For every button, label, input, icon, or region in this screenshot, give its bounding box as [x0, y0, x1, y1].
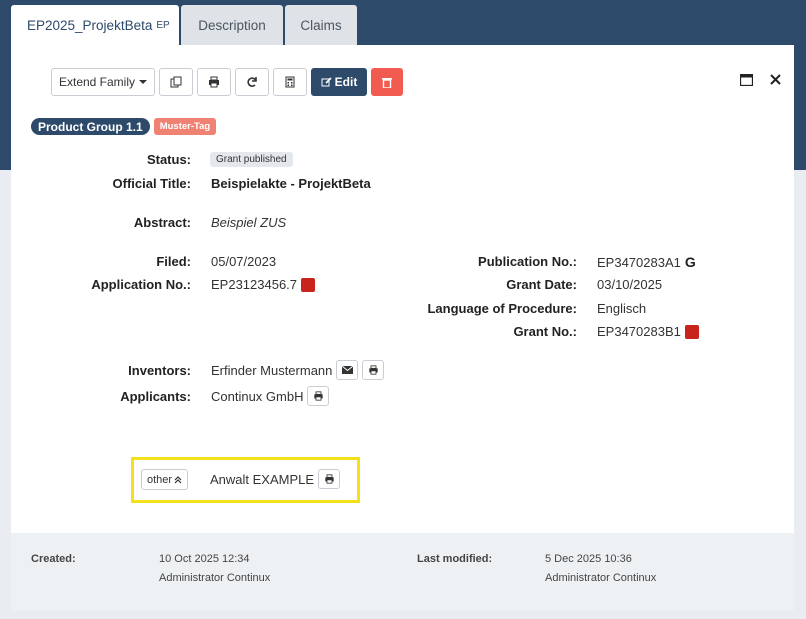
- caret-down-icon: [139, 80, 148, 84]
- filed-value: 05/07/2023: [211, 254, 277, 269]
- pdf-icon[interactable]: [684, 324, 699, 339]
- tab-claims-label: Claims: [300, 17, 342, 33]
- other-toggle-label: other: [147, 473, 173, 486]
- language-label: Language of Procedure:: [427, 301, 577, 316]
- tab-description-label: Description: [198, 17, 266, 33]
- delete-button[interactable]: [371, 68, 403, 96]
- calculator-button[interactable]: [273, 68, 307, 96]
- extend-family-button[interactable]: Extend Family: [51, 68, 155, 96]
- pdf-icon[interactable]: [301, 277, 316, 292]
- calculator-icon: [285, 76, 295, 88]
- application-no-label: Application No.:: [91, 277, 191, 292]
- edit-icon: [321, 76, 332, 86]
- tab-case-sub: EP: [156, 19, 170, 31]
- product-group-badge: Product Group 1.1: [31, 118, 150, 135]
- footer-meta: Created: 10 Oct 2025 12:34 Administrator…: [11, 533, 794, 611]
- trash-icon: [382, 77, 392, 88]
- grant-no-label: Grant No.:: [513, 324, 577, 339]
- badge-row: Product Group 1.1 Muster-Tag: [31, 118, 217, 135]
- double-chevron-up-icon: [174, 475, 182, 483]
- grant-date-value: 03/10/2025: [597, 277, 663, 292]
- close-icon[interactable]: [770, 72, 781, 89]
- tab-claims[interactable]: Claims: [285, 5, 357, 45]
- other-value: Anwalt EXAMPLE: [210, 469, 341, 489]
- inventors-label: Inventors:: [128, 363, 191, 378]
- filed-label: Filed:: [156, 254, 191, 269]
- inventors-text: Erfinder Mustermann: [211, 362, 333, 378]
- official-title-value: Beispielakte - ProjektBeta: [211, 176, 371, 191]
- refresh-icon: [247, 77, 257, 87]
- print-other-button[interactable]: [318, 469, 341, 489]
- application-no-value: EP23123456.7: [211, 277, 316, 292]
- print-icon: [314, 391, 323, 401]
- publication-no-text: EP3470283A1: [597, 254, 681, 270]
- google-icon[interactable]: G: [685, 254, 696, 270]
- print-applicant-button[interactable]: [307, 386, 330, 406]
- created-by: Administrator Continux: [159, 572, 271, 584]
- status-value: Grant published: [210, 152, 293, 167]
- grant-date-label: Grant Date:: [506, 277, 577, 292]
- print-icon: [369, 365, 378, 375]
- created-date: 10 Oct 2025 12:34: [159, 553, 250, 565]
- application-no-text: EP23123456.7: [211, 277, 298, 292]
- applicants-label: Applicants:: [120, 389, 191, 404]
- envelope-icon: [341, 366, 353, 374]
- print-button[interactable]: [197, 68, 231, 96]
- grant-no-text: EP3470283B1: [597, 324, 681, 339]
- publication-no-value: EP3470283A1 G: [597, 254, 696, 270]
- applicants-value: Continux GmbH: [211, 386, 330, 406]
- modified-label: Last modified:: [417, 553, 493, 565]
- edit-button[interactable]: Edit: [311, 68, 367, 96]
- abstract-value: Beispiel ZUS: [211, 215, 287, 230]
- modified-by: Administrator Continux: [545, 572, 657, 584]
- status-badge: Grant published: [210, 152, 293, 167]
- grant-no-value: EP3470283B1: [597, 324, 699, 339]
- applicants-text: Continux GmbH: [211, 388, 304, 404]
- toolbar: Extend Family Edit: [51, 68, 403, 96]
- abstract-label: Abstract:: [133, 215, 191, 230]
- inventors-value: Erfinder Mustermann: [211, 360, 385, 380]
- edit-label: Edit: [334, 75, 358, 89]
- tab-case-label: EP2025_ProjektBeta: [27, 17, 153, 33]
- refresh-button[interactable]: [235, 68, 269, 96]
- tab-description[interactable]: Description: [181, 5, 283, 45]
- print-inventor-button[interactable]: [362, 360, 385, 380]
- publication-no-label: Publication No.:: [478, 254, 577, 269]
- other-text: Anwalt EXAMPLE: [210, 471, 315, 487]
- modified-date: 5 Dec 2025 10:36: [545, 553, 632, 565]
- tag-badge: Muster-Tag: [153, 118, 217, 135]
- print-icon: [209, 76, 219, 88]
- copy-button[interactable]: [159, 68, 193, 96]
- status-label: Status:: [146, 152, 191, 167]
- extend-family-label: Extend Family: [58, 75, 136, 89]
- maximize-icon[interactable]: [739, 73, 754, 90]
- tab-bar: EP2025_ProjektBeta EP Description Claims: [11, 5, 359, 45]
- tab-case[interactable]: EP2025_ProjektBeta EP: [11, 5, 179, 45]
- other-toggle-button[interactable]: other: [141, 469, 189, 490]
- email-button[interactable]: [336, 360, 359, 380]
- print-icon: [324, 474, 334, 484]
- official-title-label: Official Title:: [112, 176, 192, 191]
- case-panel: Extend Family Edit Product Group 1.1 Mus…: [11, 45, 794, 533]
- language-value: Englisch: [597, 301, 647, 316]
- copy-icon: [170, 76, 182, 88]
- created-label: Created:: [31, 553, 76, 565]
